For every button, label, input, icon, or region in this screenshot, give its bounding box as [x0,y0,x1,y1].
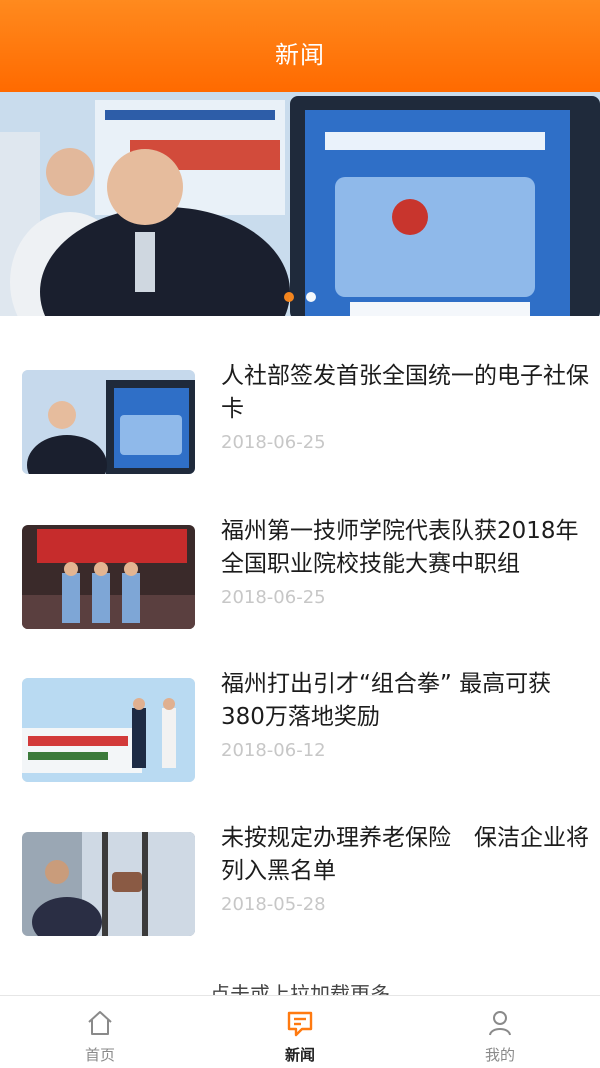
tab-mine[interactable]: 我的 [400,996,600,1068]
tab-label: 我的 [484,1046,515,1064]
news-title: 福州打出引才“组合拳” 最高可获380万落地奖励 [221,671,552,730]
news-title: 福州第一技师学院代表队获2018年全国职业院校技能大赛中职组 [221,518,579,577]
tab-news[interactable]: 新闻 [200,996,400,1068]
news-item[interactable]: 未按规定办理养老保险 保洁企业将列入黑名单 2018-05-28 [0,818,600,948]
tab-label: 新闻 [284,1046,315,1064]
header-bar: 新闻 [0,0,600,92]
news-thumbnail [22,832,195,936]
carousel-dot[interactable] [306,292,316,302]
news-thumbnail [22,370,195,474]
tab-label: 首页 [84,1046,115,1064]
news-title: 人社部签发首张全国统一的电子社保卡 [221,363,589,422]
news-title: 未按规定办理养老保险 保洁企业将列入黑名单 [221,825,589,884]
news-chat-icon [287,1011,313,1037]
news-thumbnail [22,525,195,629]
news-date: 2018-06-25 [221,587,326,608]
banner-image [0,92,600,316]
news-date: 2018-06-25 [221,432,326,453]
page-title: 新闻 [275,41,325,69]
banner-carousel[interactable] [0,92,600,316]
news-thumbnail [22,678,195,782]
home-icon [88,1011,112,1035]
news-item[interactable]: 福州第一技师学院代表队获2018年全国职业院校技能大赛中职组 2018-06-2… [0,511,600,641]
carousel-indicators [0,292,600,302]
bottom-tab-bar: 首页 新闻 我的 [0,995,600,1068]
user-icon [489,1011,511,1036]
tab-home[interactable]: 首页 [0,996,200,1068]
news-date: 2018-05-28 [221,894,326,915]
news-item[interactable]: 人社部签发首张全国统一的电子社保卡 2018-06-25 [0,356,600,486]
news-item[interactable]: 福州打出引才“组合拳” 最高可获380万落地奖励 2018-06-12 [0,664,600,794]
carousel-dot-active[interactable] [284,292,294,302]
news-date: 2018-06-12 [221,740,326,761]
